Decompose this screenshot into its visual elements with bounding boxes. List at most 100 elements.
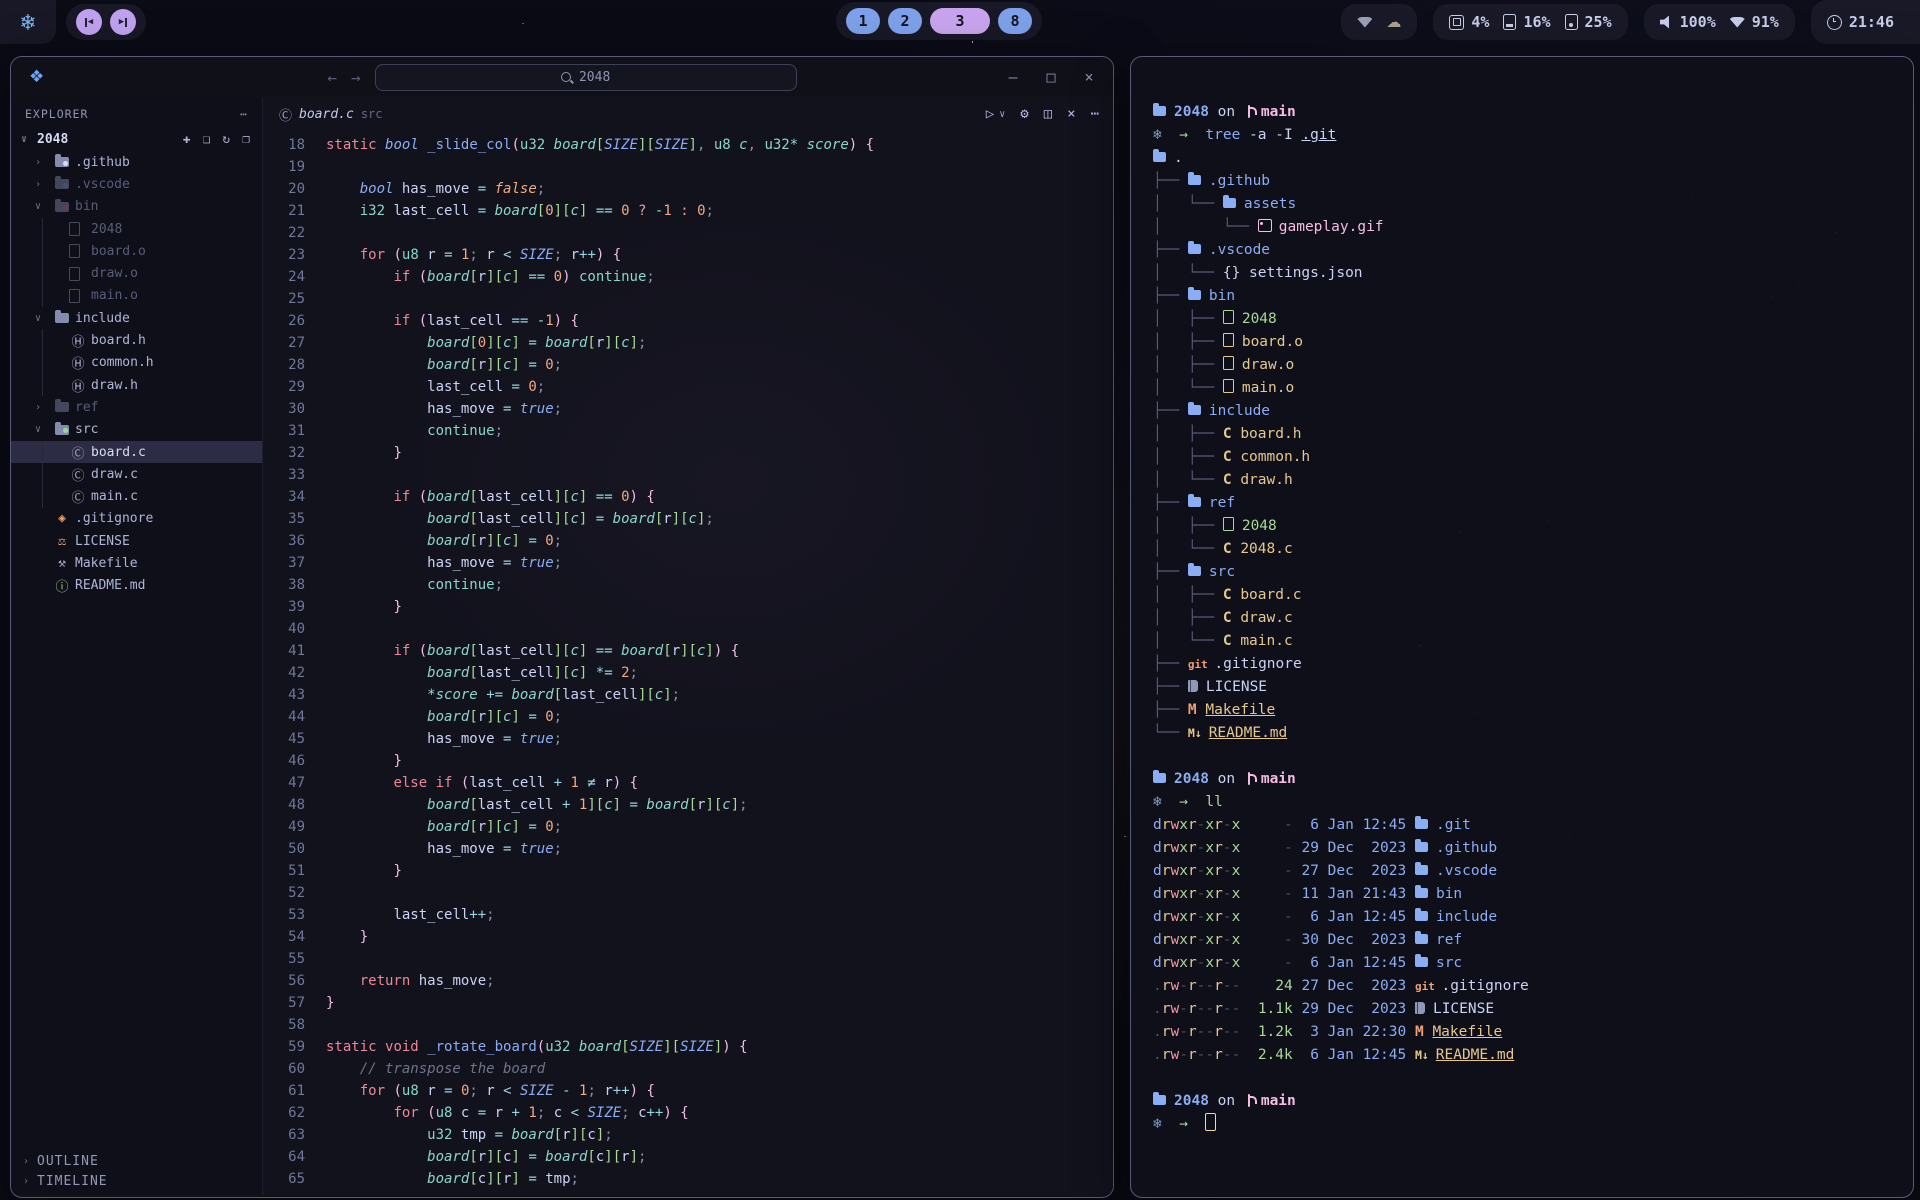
explorer-item-board.o[interactable]: board.o <box>11 240 262 262</box>
chevron-right-icon: › <box>35 402 51 413</box>
collapse-all-icon[interactable]: ❐ <box>242 132 250 147</box>
explorer-item-Makefile[interactable]: ⚒Makefile <box>11 552 262 574</box>
terminal-line: . <box>1153 147 1913 170</box>
explorer-more-icon[interactable]: ⋯ <box>240 107 248 121</box>
search-icon <box>561 72 571 82</box>
explorer-item-draw.h[interactable]: Ⓗdraw.h <box>11 374 262 396</box>
explorer-item-.github[interactable]: ›.github <box>11 151 262 173</box>
explorer-item-main.c[interactable]: Ⓒmain.c <box>11 485 262 507</box>
timeline-section[interactable]: › TIMELINE <box>11 1171 262 1191</box>
code-line: 19 <box>263 156 1113 178</box>
explorer-root-folder[interactable]: ∨ 2048 ✚ ❏ ↻ ❐ <box>11 127 262 151</box>
code-line: 25 <box>263 288 1113 310</box>
code-line: 20 bool has_move = false; <box>263 178 1113 200</box>
run-debug-icon[interactable]: ▷ <box>986 106 994 122</box>
minimize-button[interactable]: – <box>1005 68 1021 86</box>
explorer-item-main.o[interactable]: main.o <box>11 285 262 307</box>
terminal-window[interactable]: 2048 on main❄ → tree -a -I .git.├── .git… <box>1130 56 1914 1198</box>
split-editor-icon[interactable]: ◫ <box>1044 106 1052 122</box>
line-number: 61 <box>263 1080 326 1102</box>
explorer-item-bin[interactable]: ∨bin <box>11 196 262 218</box>
explorer-item-README.md[interactable]: ⓘREADME.md <box>11 575 262 597</box>
explorer-item-label: include <box>75 311 130 326</box>
volume-stat[interactable]: 100% <box>1660 13 1716 31</box>
terminal-line: drwxr-xr-x - 11 Jan 21:43 bin <box>1153 883 1913 906</box>
terminal-line <box>1153 1067 1913 1090</box>
line-number: 36 <box>263 530 326 552</box>
code-line: 53 last_cell++; <box>263 904 1113 926</box>
command-center-search[interactable]: 2048 <box>375 64 797 91</box>
workspace-pill-1[interactable]: 1 <box>846 8 880 34</box>
new-folder-icon[interactable]: ❏ <box>203 132 211 147</box>
media-controls: ◀ ▶ <box>66 4 146 40</box>
media-next-button[interactable]: ▶ <box>110 9 136 35</box>
code-line: 44 board[r][c] = 0; <box>263 706 1113 728</box>
refresh-icon[interactable]: ↻ <box>222 132 230 147</box>
code-line: 26 if (last_cell == -1) { <box>263 310 1113 332</box>
line-number: 37 <box>263 552 326 574</box>
history-forward-button[interactable]: → <box>351 68 361 87</box>
terminal-line: ├── .github <box>1153 170 1913 193</box>
speaker-icon <box>1660 16 1673 29</box>
workspace-pill-8[interactable]: 8 <box>998 8 1032 34</box>
terminal-line: │ ├── C draw.c <box>1153 607 1913 630</box>
outline-section[interactable]: › OUTLINE <box>11 1151 262 1171</box>
workspace-pill-2[interactable]: 2 <box>888 8 922 34</box>
ram-value: 16% <box>1523 13 1550 31</box>
file-icon <box>67 244 89 258</box>
terminal-line: ├── M Makefile <box>1153 699 1913 722</box>
explorer-item-src[interactable]: ∨src <box>11 419 262 441</box>
explorer-item-common.h[interactable]: Ⓗcommon.h <box>11 352 262 374</box>
line-number: 39 <box>263 596 326 618</box>
explorer-item-board.c[interactable]: Ⓒboard.c <box>11 441 262 463</box>
explorer-item-LICENSE[interactable]: ⚖LICENSE <box>11 530 262 552</box>
file-icon <box>67 222 89 236</box>
code-editor[interactable]: 18static bool _slide_col(u32 board[SIZE]… <box>263 131 1113 1195</box>
explorer-item-label: README.md <box>75 578 145 593</box>
line-number: 26 <box>263 310 326 332</box>
explorer-item-draw.c[interactable]: Ⓒdraw.c <box>11 463 262 485</box>
maximize-button[interactable]: □ <box>1043 68 1059 86</box>
close-editor-icon[interactable]: × <box>1067 106 1075 122</box>
resource-stats: 4% 16% 25% <box>1433 4 1627 40</box>
tray-cloud-icon[interactable]: ☁ <box>1386 15 1401 30</box>
more-actions-icon[interactable]: ⋯ <box>1091 106 1099 122</box>
wifi-stat[interactable]: 91% <box>1730 13 1779 31</box>
volume-value: 100% <box>1680 13 1716 31</box>
media-prev-button[interactable]: ◀ <box>76 9 102 35</box>
c-file-icon: Ⓒ <box>67 465 89 484</box>
line-number: 25 <box>263 288 326 310</box>
code-line: 33 <box>263 464 1113 486</box>
explorer-item-board.h[interactable]: Ⓗboard.h <box>11 329 262 351</box>
code-line: 22 <box>263 222 1113 244</box>
terminal-line: │ └── C main.c <box>1153 630 1913 653</box>
explorer-item-ref[interactable]: ›ref <box>11 396 262 418</box>
explorer-item-draw.o[interactable]: draw.o <box>11 262 262 284</box>
chevron-down-icon: ∨ <box>35 313 51 324</box>
launcher-button[interactable]: ❄ <box>0 0 56 44</box>
tab-board-c[interactable]: Ⓒ board.c src <box>279 105 383 124</box>
explorer-item-2048[interactable]: 2048 <box>11 218 262 240</box>
history-back-button[interactable]: ← <box>327 68 337 87</box>
gear-icon[interactable]: ⚙ <box>1020 106 1028 122</box>
explorer-item-include[interactable]: ∨ include <box>11 307 262 329</box>
code-line: 41 if (board[last_cell][c] == board[r][c… <box>263 640 1113 662</box>
line-number: 32 <box>263 442 326 464</box>
workspace-pill-3-active[interactable]: 3 <box>930 8 990 34</box>
vscode-titlebar[interactable]: ❖ ← → 2048 – □ × <box>11 57 1113 97</box>
new-file-icon[interactable]: ✚ <box>183 132 191 147</box>
root-folder-label: 2048 <box>37 132 68 147</box>
explorer-item-.gitignore[interactable]: ◈.gitignore <box>11 508 262 530</box>
search-value: 2048 <box>579 70 610 85</box>
clock[interactable]: 21:46 <box>1811 0 1920 44</box>
terminal-line: │ └── C draw.h <box>1153 469 1913 492</box>
line-number: 27 <box>263 332 326 354</box>
explorer-item-.vscode[interactable]: ›.vscode <box>11 173 262 195</box>
line-number: 31 <box>263 420 326 442</box>
close-button[interactable]: × <box>1081 68 1097 86</box>
line-number: 48 <box>263 794 326 816</box>
line-number: 53 <box>263 904 326 926</box>
tray-network-icon[interactable] <box>1357 17 1372 28</box>
code-line: 48 board[last_cell + 1][c] = board[r][c]… <box>263 794 1113 816</box>
cpu-stat: 4% <box>1449 13 1489 31</box>
